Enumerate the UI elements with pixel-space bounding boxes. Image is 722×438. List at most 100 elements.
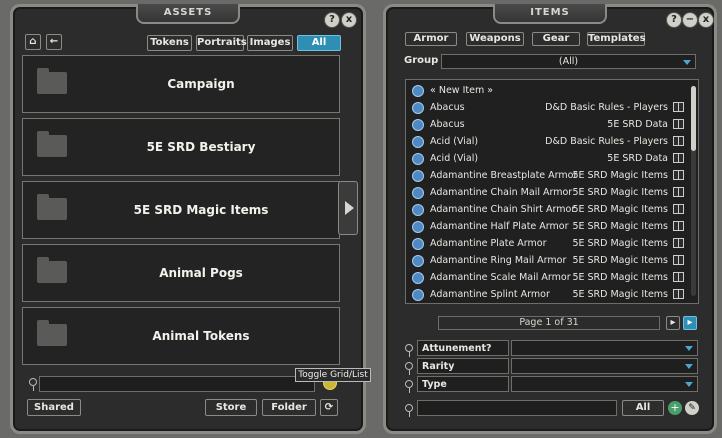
item-source: 5E SRD Magic Items — [572, 272, 668, 283]
book-icon[interactable] — [673, 187, 684, 197]
folder-label: 5E SRD Bestiary — [146, 140, 256, 154]
minimize-icon[interactable]: − — [682, 12, 698, 28]
refresh-button[interactable]: ⟳ — [320, 399, 338, 416]
item-type-icon — [412, 85, 424, 97]
folder-icon — [37, 257, 67, 283]
search-icon — [405, 404, 413, 417]
list-item[interactable]: Adamantine Chain Mail Armor 5E SRD Magic … — [406, 185, 688, 202]
list-item[interactable]: Acid (Vial) 5E SRD Data — [406, 151, 688, 168]
item-type-icon — [412, 136, 424, 148]
search-all-button[interactable]: All — [622, 400, 664, 416]
item-type-icon — [412, 153, 424, 165]
last-page-button[interactable]: ▸ — [683, 316, 697, 330]
next-page-button[interactable]: ▸ — [666, 316, 680, 330]
filter-type-dropdown[interactable] — [511, 376, 698, 392]
folder-label: 5E SRD Magic Items — [133, 203, 269, 217]
play-arrow-icon — [345, 201, 354, 215]
book-icon[interactable] — [673, 136, 684, 146]
book-icon[interactable] — [673, 119, 684, 129]
group-label: Group — [404, 55, 439, 66]
list-item[interactable]: Adamantine Half Plate Armor 5E SRD Magic … — [406, 219, 688, 236]
book-icon[interactable] — [673, 289, 684, 299]
edit-icon[interactable]: ✎ — [685, 401, 699, 415]
tab-armor[interactable]: Armor — [405, 32, 457, 46]
last-icon: ▸ — [687, 317, 693, 328]
items-window: ITEMS ? − x Armor Weapons Gear Templates… — [383, 4, 717, 434]
tab-gear[interactable]: Gear — [532, 32, 580, 46]
item-search-input[interactable] — [417, 400, 617, 416]
item-name: Adamantine Half Plate Armor — [430, 221, 569, 232]
filter-tokens-button[interactable]: Tokens — [147, 35, 192, 51]
folder-animal-tokens[interactable]: Animal Tokens — [22, 307, 340, 365]
book-icon[interactable] — [673, 272, 684, 282]
folder-5e-srd-bestiary[interactable]: 5E SRD Bestiary — [22, 118, 340, 176]
scrollbar[interactable] — [691, 86, 696, 296]
item-name: Abacus — [430, 102, 465, 113]
item-type-icon — [412, 170, 424, 182]
folder-5e-srd-magic-items[interactable]: 5E SRD Magic Items — [22, 181, 340, 239]
filter-images-button[interactable]: Images — [247, 35, 293, 51]
list-item[interactable]: Adamantine Chain Shirt Armor 5E SRD Magic… — [406, 202, 688, 219]
book-icon[interactable] — [673, 238, 684, 248]
group-dropdown[interactable]: (All) — [441, 54, 696, 69]
folder-label: Animal Pogs — [159, 266, 243, 280]
list-item[interactable]: Adamantine Scale Mail Armor 5E SRD Magic … — [406, 270, 688, 287]
add-item-icon[interactable]: + — [668, 401, 682, 415]
list-item[interactable]: « New Item » — [406, 83, 688, 100]
close-icon[interactable]: x — [698, 12, 714, 28]
item-source: 5E SRD Magic Items — [572, 187, 668, 198]
shared-button[interactable]: Shared — [27, 399, 81, 416]
filter-all-button[interactable]: All — [297, 35, 341, 51]
book-icon[interactable] — [673, 102, 684, 112]
folder-icon — [37, 320, 67, 346]
close-icon[interactable]: x — [341, 12, 357, 28]
assets-title: ASSETS — [136, 4, 240, 24]
filter-rarity-dropdown[interactable] — [511, 358, 698, 374]
list-item[interactable]: Adamantine Splint Armor 5E SRD Magic Item… — [406, 287, 688, 303]
item-name: Adamantine Breastplate Armor — [430, 170, 578, 181]
back-button[interactable]: ← — [46, 34, 62, 50]
item-source: 5E SRD Magic Items — [572, 221, 668, 232]
filter-portraits-button[interactable]: Portraits — [196, 35, 247, 51]
list-item[interactable]: Adamantine Plate Armor 5E SRD Magic Items — [406, 236, 688, 253]
filter-attunement-dropdown[interactable] — [511, 340, 698, 356]
item-source: 5E SRD Data — [607, 153, 668, 164]
folder-icon — [37, 68, 67, 94]
item-rows: « New Item » Abacus D&D Basic Rules - Play… — [406, 83, 688, 303]
expand-panel-button[interactable] — [338, 181, 358, 235]
asset-search-input[interactable] — [39, 376, 315, 392]
tab-templates[interactable]: Templates — [587, 32, 646, 46]
list-item[interactable]: Abacus 5E SRD Data — [406, 117, 688, 134]
list-item[interactable]: Adamantine Ring Mail Armor 5E SRD Magic I… — [406, 253, 688, 270]
book-icon[interactable] — [673, 221, 684, 231]
folder-button[interactable]: Folder — [262, 399, 316, 416]
book-icon[interactable] — [673, 153, 684, 163]
chevron-down-icon — [685, 382, 693, 387]
home-button[interactable]: ⌂ — [25, 34, 41, 50]
group-value: (All) — [558, 56, 579, 67]
item-name: Acid (Vial) — [430, 136, 479, 147]
item-type-icon — [412, 221, 424, 233]
store-button[interactable]: Store — [205, 399, 257, 416]
book-icon[interactable] — [673, 204, 684, 214]
help-icon[interactable]: ? — [324, 12, 340, 28]
list-item[interactable]: Adamantine Breastplate Armor 5E SRD Magic… — [406, 168, 688, 185]
book-icon[interactable] — [673, 170, 684, 180]
list-item[interactable]: Acid (Vial) D&D Basic Rules - Players — [406, 134, 688, 151]
item-type-icon — [412, 272, 424, 284]
filter-key-icon — [405, 362, 413, 375]
folder-icon — [37, 131, 67, 157]
item-name: Acid (Vial) — [430, 153, 479, 164]
tab-weapons[interactable]: Weapons — [466, 32, 524, 46]
help-icon[interactable]: ? — [666, 12, 682, 28]
list-item[interactable]: Abacus D&D Basic Rules - Players — [406, 100, 688, 117]
item-type-icon — [412, 289, 424, 301]
item-type-icon — [412, 255, 424, 267]
next-icon: ▸ — [670, 317, 676, 328]
book-icon[interactable] — [673, 255, 684, 265]
chevron-down-icon — [685, 364, 693, 369]
folder-animal-pogs[interactable]: Animal Pogs — [22, 244, 340, 302]
folder-campaign[interactable]: Campaign — [22, 55, 340, 113]
scrollbar-thumb[interactable] — [691, 86, 696, 151]
refresh-icon: ⟳ — [324, 402, 334, 413]
